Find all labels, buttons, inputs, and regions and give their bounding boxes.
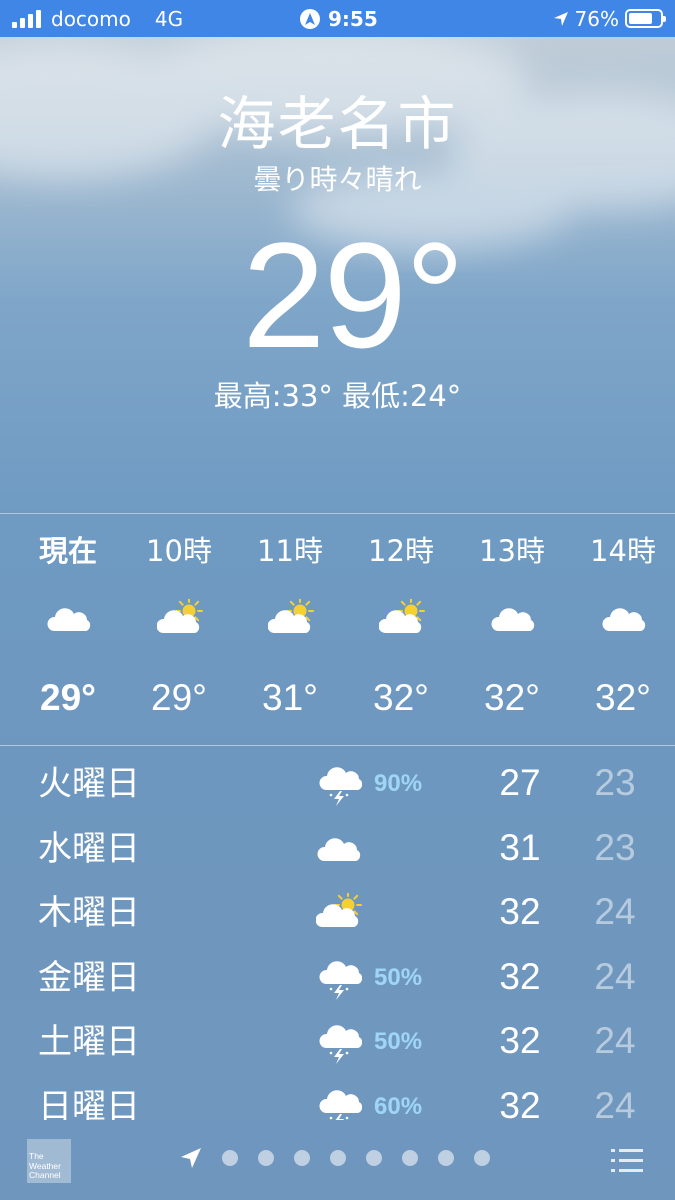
day-name: 日曜日 bbox=[38, 1086, 140, 1121]
low-temperature: 24 bbox=[594, 1020, 636, 1061]
hourly-temperature: 32° bbox=[373, 677, 429, 718]
hourly-temperature: 32° bbox=[595, 677, 651, 718]
daily-row: 水曜日 31 23 bbox=[0, 817, 675, 881]
day-name: 土曜日 bbox=[38, 1022, 140, 1062]
day-name: 火曜日 bbox=[38, 764, 140, 804]
bottom-toolbar: The Weather Channel bbox=[0, 1121, 675, 1200]
daily-row: 金曜日 50% 32 24 bbox=[0, 946, 675, 1010]
partly-sunny-icon bbox=[378, 597, 425, 639]
low-temperature: 24 bbox=[594, 891, 636, 932]
daily-row: 木曜日 32 24 bbox=[0, 881, 675, 945]
low-temperature: 23 bbox=[594, 826, 636, 868]
page-dot[interactable] bbox=[474, 1150, 490, 1166]
cloud-icon bbox=[490, 599, 535, 639]
page-dot[interactable] bbox=[402, 1150, 418, 1166]
cloud-icon bbox=[601, 599, 646, 639]
hourly-temperature: 29° bbox=[40, 677, 96, 718]
partly-sunny-icon bbox=[267, 597, 314, 639]
high-temperature: 32 bbox=[499, 1084, 541, 1121]
daily-row: 火曜日 90% 27 23 bbox=[0, 752, 675, 816]
current-temperature: 29° bbox=[242, 211, 465, 379]
thunderstorm-icon bbox=[316, 764, 363, 806]
signal-strength-icon bbox=[12, 9, 41, 28]
battery-icon bbox=[625, 9, 666, 28]
thunderstorm-icon bbox=[316, 1022, 363, 1064]
current-location-arrow-icon[interactable] bbox=[180, 1147, 202, 1169]
page-indicator[interactable] bbox=[180, 1147, 490, 1169]
carrier-name: docomo bbox=[51, 6, 131, 31]
hourly-time: 13時 bbox=[479, 534, 545, 568]
page-dot[interactable] bbox=[222, 1150, 238, 1166]
high-temperature: 32 bbox=[499, 955, 541, 997]
daily-row: 土曜日 50% 32 24 bbox=[0, 1010, 675, 1074]
page-dot[interactable] bbox=[294, 1150, 310, 1166]
day-name: 水曜日 bbox=[38, 828, 140, 869]
page-dot[interactable] bbox=[258, 1150, 274, 1166]
thunderstorm-icon bbox=[316, 958, 363, 1000]
cloud-icon bbox=[316, 829, 362, 871]
high-temperature: 31 bbox=[499, 826, 541, 868]
hourly-forecast[interactable]: 現在 29° 10時 29° 11時 31° 12時 32° 13時 32° 14時 32° bbox=[13, 514, 675, 744]
hourly-time: 14時 bbox=[590, 534, 656, 568]
weather-channel-logo[interactable]: The Weather Channel bbox=[27, 1139, 71, 1183]
high-temperature: 32 bbox=[499, 891, 541, 932]
current-condition: 曇り時々晴れ bbox=[253, 163, 422, 196]
page-dot[interactable] bbox=[330, 1150, 346, 1166]
location-arrow-icon bbox=[553, 11, 568, 26]
high-temperature: 27 bbox=[499, 762, 541, 803]
hourly-temperature: 29° bbox=[151, 677, 207, 718]
hourly-time: 現在 bbox=[38, 534, 97, 568]
high-temperature: 32 bbox=[499, 1020, 541, 1061]
partly-sunny-icon bbox=[156, 597, 203, 639]
daily-row: 日曜日 60% 32 24 bbox=[0, 1075, 675, 1121]
page-dot[interactable] bbox=[366, 1150, 382, 1166]
low-temperature: 24 bbox=[594, 955, 636, 997]
network-type: 4G bbox=[154, 6, 184, 31]
hourly-time: 11時 bbox=[257, 534, 323, 568]
hourly-temperature: 32° bbox=[484, 677, 540, 718]
hourly-time: 10時 bbox=[146, 534, 212, 568]
cloud-icon bbox=[46, 599, 91, 639]
day-name: 木曜日 bbox=[38, 893, 140, 933]
page-dot[interactable] bbox=[438, 1150, 454, 1166]
status-bar: docomo 4G 9:55 76% bbox=[0, 0, 675, 37]
day-name: 金曜日 bbox=[38, 957, 140, 998]
city-list-icon[interactable] bbox=[611, 1147, 643, 1175]
hourly-bottom-divider bbox=[0, 745, 675, 746]
navigation-active-icon bbox=[300, 8, 320, 29]
low-temperature: 23 bbox=[594, 762, 636, 803]
city-name: 海老名市 bbox=[217, 90, 458, 158]
daily-forecast-list[interactable]: 火曜日 90% 27 23 水曜日 31 23 木曜日 32 24 金曜日 50% 32 24 土曜日 50%… bbox=[0, 752, 675, 1120]
precipitation-chance: 50% bbox=[374, 963, 423, 991]
hourly-temperature: 31° bbox=[262, 677, 318, 718]
partly-sunny-icon bbox=[315, 891, 362, 935]
current-weather-summary: 海老名市 曇り時々晴れ 29° 最高:33° 最低:24° bbox=[0, 88, 675, 416]
precipitation-chance: 60% bbox=[374, 1092, 423, 1120]
precipitation-chance: 50% bbox=[374, 1028, 423, 1055]
precipitation-chance: 90% bbox=[374, 770, 423, 797]
thunderstorm-icon bbox=[316, 1087, 363, 1120]
hourly-time: 12時 bbox=[368, 534, 434, 568]
battery-percentage: 76% bbox=[574, 6, 619, 31]
high-low-temperature: 最高:33° 最低:24° bbox=[213, 379, 462, 413]
low-temperature: 24 bbox=[594, 1084, 636, 1121]
clock-time: 9:55 bbox=[328, 6, 378, 31]
